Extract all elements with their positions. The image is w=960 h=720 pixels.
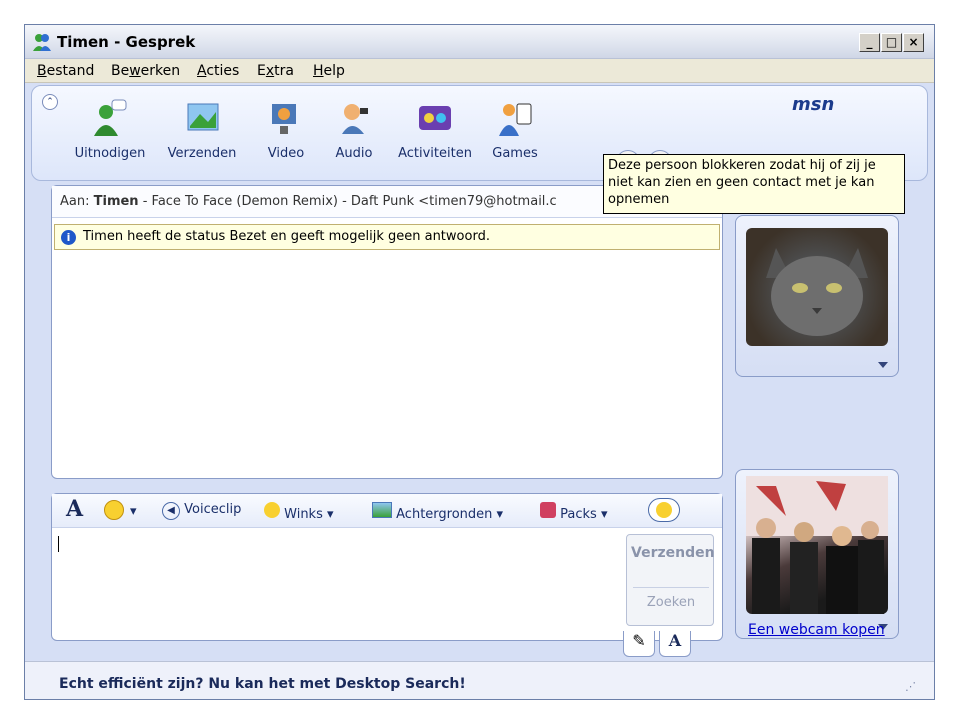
gift-icon: [540, 502, 556, 518]
msn-logo: msn: [792, 94, 835, 115]
send-box: Verzenden Zoeken: [626, 534, 715, 626]
own-display-picture[interactable]: [746, 476, 888, 614]
font-icon[interactable]: A: [66, 496, 83, 522]
emoticon-icon[interactable]: [104, 500, 124, 520]
audio-icon: [342, 104, 368, 134]
desktop-search-ad[interactable]: Echt efficiënt zijn? Nu kan het met Desk…: [59, 676, 466, 692]
games-icon: [499, 103, 532, 136]
menu-help[interactable]: Help: [313, 63, 345, 79]
own-display-picture-frame: [735, 469, 899, 639]
group-photo: [746, 476, 888, 614]
send-button[interactable]: Verzenden: [631, 545, 715, 561]
send-file-icon: [187, 103, 219, 131]
input-mode-tabs: ✎ A: [623, 631, 697, 659]
handwriting-tab[interactable]: ✎: [623, 631, 655, 657]
conversation-window: Timen - Gesprek _ □ × Bestand Bewerken A…: [24, 24, 935, 700]
invite-button[interactable]: Uitnodigen: [72, 98, 148, 161]
voiceclip-button[interactable]: ◀ Voiceclip: [162, 502, 241, 520]
conversation-history[interactable]: Aan: Timen - Face To Face (Demon Remix) …: [51, 185, 723, 479]
contact-display-picture-frame: [735, 215, 899, 377]
minimize-button[interactable]: _: [859, 33, 880, 52]
menu-bar: Bestand Bewerken Acties Extra Help: [25, 59, 934, 83]
backgrounds-button[interactable]: Achtergronden ▾: [372, 502, 503, 522]
backgrounds-icon: [372, 502, 392, 518]
compose-panel: A ▾ ◀ Voiceclip Winks ▾ Achtergronden ▾ …: [51, 493, 723, 641]
contact-details: - Face To Face (Demon Remix) - Daft Punk…: [138, 194, 557, 209]
wink-icon: [264, 502, 280, 518]
audio-button[interactable]: Audio: [328, 98, 380, 161]
status-notice: i Timen heeft de status Bezet en geeft m…: [54, 224, 720, 250]
close-button[interactable]: ×: [903, 33, 924, 52]
format-toolbar: A ▾ ◀ Voiceclip Winks ▾ Achtergronden ▾ …: [52, 494, 722, 528]
resize-grip-icon[interactable]: ⋰: [905, 680, 916, 693]
speaker-icon: ◀: [162, 502, 180, 520]
display-picture-menu-arrow[interactable]: [878, 362, 888, 368]
contact-display-picture[interactable]: [746, 228, 888, 346]
info-icon: i: [61, 230, 76, 245]
maximize-button[interactable]: □: [881, 33, 902, 52]
menu-extra[interactable]: Extra: [257, 63, 294, 79]
message-input[interactable]: [58, 534, 618, 634]
nudge-button[interactable]: [648, 498, 680, 522]
contact-name: Timen: [93, 194, 139, 209]
to-label: Aan:: [60, 194, 90, 209]
packs-button[interactable]: Packs ▾: [540, 502, 607, 522]
buy-webcam-link[interactable]: Een webcam kopen: [748, 622, 885, 638]
video-button[interactable]: Video: [260, 98, 312, 161]
text-cursor: [58, 536, 59, 552]
title-bar[interactable]: Timen - Gesprek _ □ ×: [25, 25, 934, 59]
text-tab[interactable]: A: [659, 631, 691, 657]
nudge-icon: [656, 502, 672, 518]
cat-picture: [766, 248, 868, 336]
status-message: Timen heeft de status Bezet en geeft mog…: [83, 229, 490, 244]
activities-button[interactable]: Activiteiten: [390, 98, 480, 161]
divider: [633, 587, 709, 588]
menu-bewerken[interactable]: Bewerken: [111, 63, 180, 79]
block-tooltip: Deze persoon blokkeren zodat hij of zij …: [603, 154, 905, 214]
activities-icon: [419, 106, 451, 130]
winks-button[interactable]: Winks ▾: [264, 502, 334, 522]
video-icon: [272, 104, 296, 134]
invite-icon: [94, 99, 127, 136]
emoticon-dropdown-arrow[interactable]: ▾: [130, 504, 137, 519]
games-button[interactable]: Games: [488, 98, 542, 161]
search-button[interactable]: Zoeken: [631, 595, 711, 610]
send-file-button[interactable]: Verzenden: [162, 98, 242, 161]
menu-bestand[interactable]: Bestand: [37, 63, 94, 79]
msn-buddy-icon: [33, 34, 51, 51]
window-title: Timen - Gesprek: [57, 33, 196, 51]
collapse-toolbar-icon[interactable]: ⌃: [42, 94, 58, 110]
menu-acties[interactable]: Acties: [197, 63, 239, 79]
footer-bar: Echt efficiënt zijn? Nu kan het met Desk…: [25, 661, 934, 699]
